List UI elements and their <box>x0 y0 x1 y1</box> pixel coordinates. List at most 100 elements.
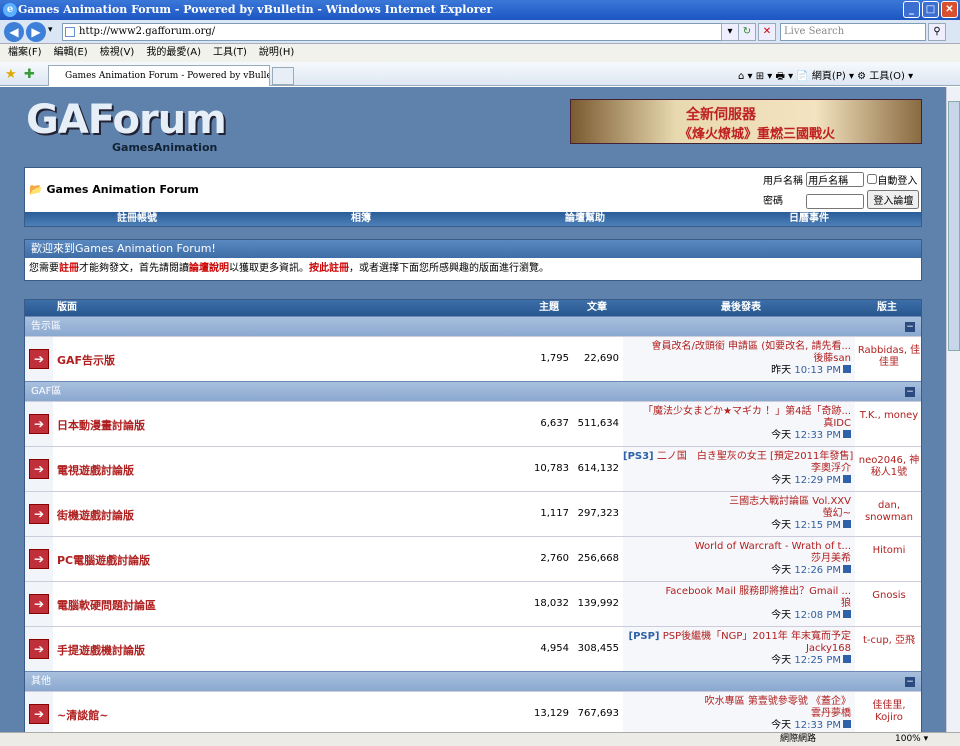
back-button[interactable]: ◀ <box>4 22 24 42</box>
zoom-control[interactable]: 100% ▾ <box>895 733 928 746</box>
goto-last-icon[interactable] <box>843 430 851 438</box>
forum-link[interactable]: PC電腦遊戲討論版 <box>57 552 150 568</box>
nav-register[interactable]: 註冊帳號 <box>25 212 249 226</box>
moderators[interactable]: t-cup, 亞飛 <box>857 635 921 647</box>
menu-help[interactable]: 說明(H) <box>259 47 294 58</box>
last-post-title[interactable]: Facebook Mail 服務即將推出？Gmail ... <box>665 586 851 597</box>
last-post-user[interactable]: 狼 <box>623 598 851 610</box>
moderators[interactable]: T.K., money <box>857 410 921 422</box>
moderators[interactable]: Gnosis <box>857 590 921 602</box>
post-count: 22,690 <box>584 353 619 364</box>
moderators[interactable]: neo2046, 神秘人1號 <box>857 455 921 479</box>
last-post-title[interactable]: 「魔法少女まどか★マギカ ！」第4話「奇跡... <box>643 406 851 417</box>
goto-last-icon[interactable] <box>843 610 851 618</box>
vertical-scrollbar[interactable] <box>946 87 960 732</box>
refresh-icon[interactable]: ↻ <box>738 23 756 41</box>
goto-last-icon[interactable] <box>843 475 851 483</box>
moderators[interactable]: Hitomi <box>857 545 921 557</box>
maximize-button[interactable]: □ <box>922 1 939 18</box>
forum-status-icon: ➔ <box>29 549 49 569</box>
menu-file[interactable]: 檔案(F) <box>8 47 42 58</box>
last-post-user[interactable]: 真IDC <box>623 418 851 430</box>
minimize-button[interactable]: _ <box>903 1 920 18</box>
thread-count: 2,760 <box>540 553 569 564</box>
collapse-icon[interactable]: − <box>905 387 915 397</box>
forum-link[interactable]: ~清談館~ <box>57 707 108 723</box>
thread-count: 18,032 <box>534 598 569 609</box>
forum-status-icon: ➔ <box>29 639 49 659</box>
collapse-icon[interactable]: − <box>905 322 915 332</box>
goto-last-icon[interactable] <box>843 520 851 528</box>
last-post-title[interactable]: PSP後繼機「NGP」2011年 年末寬而予定 <box>660 631 851 642</box>
menu-tools[interactable]: 工具(T) <box>213 47 247 58</box>
breadcrumb[interactable]: 📂 Games Animation Forum <box>29 183 199 196</box>
prefix-tag: [PS3] <box>623 451 654 462</box>
scroll-thumb[interactable] <box>948 101 960 351</box>
command-bar[interactable]: ⌂ ▾ ⊞ ▾ 🖶 ▾ 📄 網頁(P) ▾ ⚙ 工具(O) ▾ <box>738 67 913 86</box>
collapse-icon[interactable]: − <box>905 677 915 687</box>
last-post-user[interactable]: 螢幻~ <box>623 508 851 520</box>
last-post-user[interactable]: 李奧浮介 <box>623 463 851 475</box>
moderators[interactable]: 佳佳里, Kojiro <box>857 700 921 724</box>
post-count: 308,455 <box>577 643 619 654</box>
forum-link[interactable]: 日本動漫畫討論版 <box>57 417 145 433</box>
last-post-title[interactable]: World of Warcraft - Wrath of t... <box>695 541 851 552</box>
last-post-title[interactable]: 吹水專區 第壹號參零號 《蓋企》 <box>705 696 851 707</box>
nav-help[interactable]: 論壇幫助 <box>473 212 697 226</box>
category-header[interactable]: 其他 − <box>25 671 921 691</box>
forum-row: ➔ ~清談館~ 13,129 767,693 吹水專區 第壹號參零號 《蓋企》 … <box>25 691 921 732</box>
last-post-user[interactable]: 雲丹夢橋 <box>623 708 851 720</box>
register-link[interactable]: 註冊 <box>59 263 79 274</box>
category-header[interactable]: 告示區 − <box>25 316 921 336</box>
forum-row: ➔ 街機遊戲討論版 1,117 297,323 三國志大戰討論區 Vol.XXV… <box>25 491 921 536</box>
password-field[interactable] <box>806 194 865 209</box>
last-post-title[interactable]: 三國志大戰討論區 Vol.XXV <box>729 496 851 507</box>
new-tab-button[interactable] <box>272 67 294 85</box>
ad-banner[interactable]: 全新伺服器 《烽火燎城》重燃三國戰火 <box>570 99 922 144</box>
forum-row: ➔ PC電腦遊戲討論版 2,760 256,668 World of Warcr… <box>25 536 921 581</box>
search-input[interactable]: Live Search <box>780 23 926 41</box>
goto-last-icon[interactable] <box>843 365 851 373</box>
nav-album[interactable]: 相簿 <box>249 212 473 226</box>
last-post-title[interactable]: 會員改名/改頭銜 申請區 (如要改名, 請先看... <box>651 341 851 352</box>
table-header: 版面 主題 文章 最後發表 版主 <box>25 300 921 316</box>
menu-view[interactable]: 檢視(V) <box>100 47 135 58</box>
register-link-2[interactable]: 按此註冊 <box>309 263 349 274</box>
goto-last-icon[interactable] <box>843 565 851 573</box>
goto-last-icon[interactable] <box>843 720 851 728</box>
moderators[interactable]: Rabbidas, 佳佳里 <box>857 345 921 369</box>
last-post-title[interactable]: 二ノ国 白き聖灰の女王 [預定2011年發售] <box>654 451 853 462</box>
prefix-tag: [PSP] <box>628 631 660 642</box>
forum-link[interactable]: 街機遊戲討論版 <box>57 507 134 523</box>
search-icon[interactable]: ⚲ <box>928 23 946 41</box>
forum-status-icon: ➔ <box>29 594 49 614</box>
forum-link[interactable]: 電視遊戲討論版 <box>57 462 134 478</box>
address-dropdown-icon[interactable]: ▾ <box>721 23 739 41</box>
close-button[interactable]: ✕ <box>941 1 958 18</box>
last-post-user[interactable]: 後藤san <box>623 353 851 365</box>
nav-calendar[interactable]: 日曆事件 <box>697 212 921 226</box>
tab-gaf[interactable]: Games Animation Forum - Powered by vBull… <box>48 65 270 86</box>
help-link[interactable]: 論壇說明 <box>189 263 229 274</box>
add-favorites-icon[interactable]: ✚ <box>24 67 35 82</box>
remember-checkbox[interactable] <box>867 174 878 184</box>
window-titlebar: e Games Animation Forum - Powered by vBu… <box>0 0 960 20</box>
category-header[interactable]: GAF區 − <box>25 381 921 401</box>
forum-link[interactable]: GAF告示版 <box>57 352 115 368</box>
menu-favorites[interactable]: 我的最愛(A) <box>146 47 201 58</box>
forum-link[interactable]: 電腦軟硬問題討論區 <box>57 597 156 613</box>
forward-button[interactable]: ▶ <box>26 22 46 42</box>
username-field[interactable] <box>806 172 865 187</box>
menu-edit[interactable]: 編輯(E) <box>54 47 88 58</box>
last-post-user[interactable]: Jacky168 <box>623 643 851 655</box>
forum-link[interactable]: 手提遊戲機討論版 <box>57 642 145 658</box>
history-dropdown-icon[interactable]: ▾ <box>48 25 53 35</box>
login-button[interactable]: 登入論壇 <box>867 190 920 209</box>
moderators[interactable]: dan, snowman <box>857 500 921 524</box>
goto-last-icon[interactable] <box>843 655 851 663</box>
last-post-user[interactable]: 莎月美希 <box>623 553 851 565</box>
favorites-star-icon[interactable]: ★ <box>5 67 17 82</box>
address-input[interactable]: http://www2.gafforum.org/ <box>62 23 735 41</box>
stop-icon[interactable]: ✕ <box>758 23 776 41</box>
site-logo[interactable]: GAForum GamesAnimation <box>26 97 227 154</box>
